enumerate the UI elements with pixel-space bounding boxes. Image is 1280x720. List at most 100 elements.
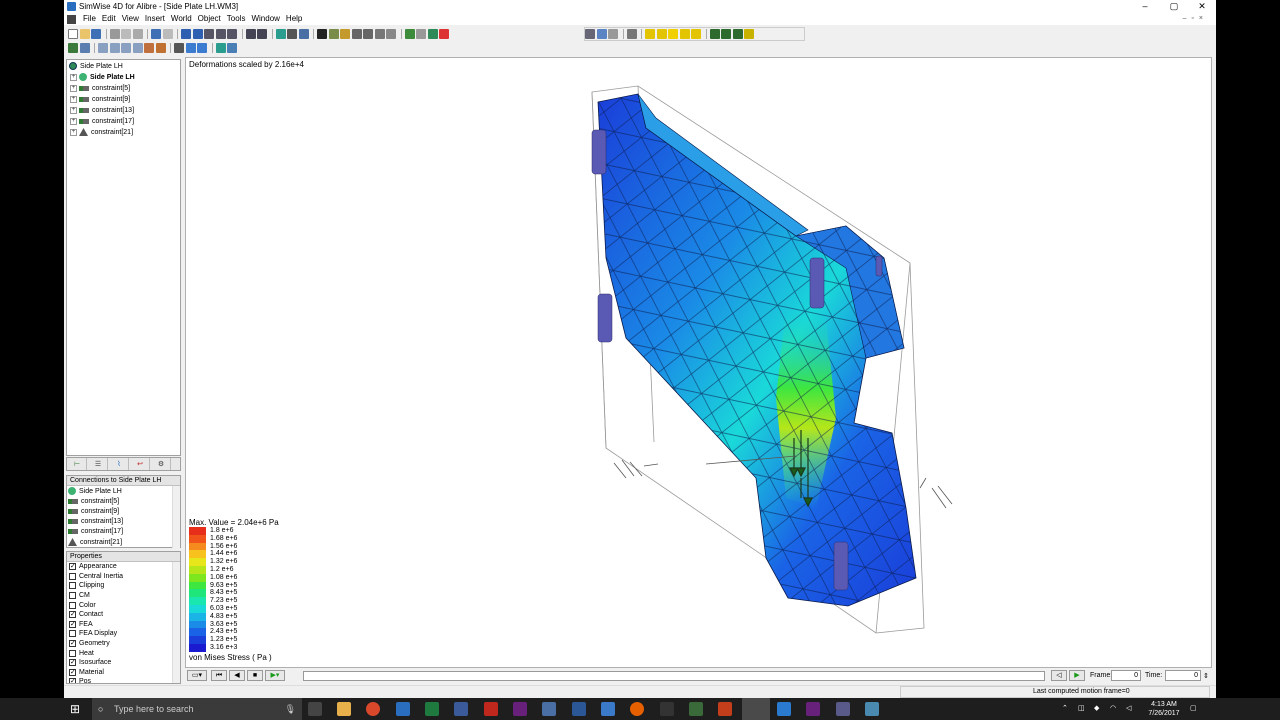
property-checkbox[interactable] (69, 592, 76, 600)
time-field[interactable]: 0 (1165, 670, 1201, 681)
connection-item[interactable]: constraint[21] (67, 537, 180, 547)
app-icon[interactable] (777, 702, 791, 716)
chrome-icon[interactable] (366, 702, 380, 716)
pointer-icon[interactable] (317, 29, 327, 39)
task-view-icon[interactable] (308, 702, 322, 716)
word-icon[interactable] (572, 702, 586, 716)
tab-list[interactable]: ☰ (89, 458, 108, 470)
app-icon[interactable] (660, 702, 674, 716)
property-checkbox[interactable]: ✓ (69, 668, 76, 676)
cut-icon[interactable] (109, 29, 120, 39)
render-icon[interactable] (257, 29, 267, 39)
expand-icon[interactable]: + (70, 106, 77, 114)
zoom-icon[interactable] (215, 29, 226, 39)
property-item[interactable]: ✓ FEA (67, 620, 180, 630)
light-icon[interactable] (144, 43, 154, 53)
constraint-icon[interactable] (404, 29, 415, 39)
property-checkbox[interactable]: ✓ (69, 659, 76, 667)
zoom-out-icon[interactable] (109, 43, 120, 53)
stop-button[interactable]: ■ (247, 670, 263, 681)
open-icon[interactable] (79, 29, 90, 39)
visual-studio-icon[interactable] (806, 702, 820, 716)
property-checkbox[interactable]: ✓ (69, 678, 76, 683)
scissors-icon[interactable] (287, 29, 297, 39)
property-item[interactable]: ✓ Material (67, 668, 180, 678)
connections-scrollbar[interactable] (172, 486, 180, 548)
app-icon[interactable] (865, 702, 879, 716)
drop-icon[interactable] (192, 29, 203, 39)
app-icon[interactable] (454, 702, 468, 716)
app-icon[interactable] (396, 702, 410, 716)
maximize-button[interactable]: ▢ (1160, 0, 1188, 13)
property-checkbox[interactable] (69, 582, 76, 590)
step-back-button[interactable]: ◀ (229, 670, 245, 681)
property-item[interactable]: FEA Display (67, 629, 180, 639)
connection-item[interactable]: constraint[5] (67, 496, 180, 506)
motor-icon[interactable] (374, 29, 385, 39)
material-icon[interactable] (155, 43, 166, 53)
property-item[interactable]: Central Inertia (67, 572, 180, 582)
property-checkbox[interactable]: ✓ (69, 640, 76, 648)
spring-icon[interactable] (340, 29, 350, 39)
results-icon[interactable] (596, 29, 607, 39)
undo-icon[interactable] (151, 29, 161, 39)
fea-model-view[interactable] (186, 58, 1212, 668)
volume-icon[interactable]: ◁ (1126, 704, 1131, 713)
tree-item-constraint-5[interactable]: + constraint[5] (67, 83, 130, 93)
fit-icon[interactable] (227, 29, 237, 39)
zoom-extents-icon[interactable] (132, 43, 143, 53)
acrobat-icon[interactable] (484, 702, 498, 716)
property-checkbox[interactable] (69, 630, 76, 638)
connection-item[interactable]: Side Plate LH (67, 486, 180, 496)
simwise-taskbar-button[interactable] (742, 698, 770, 720)
expand-icon[interactable]: + (70, 128, 77, 136)
pen-icon[interactable] (245, 29, 256, 39)
property-checkbox[interactable]: ✓ (69, 563, 76, 571)
menu-edit[interactable]: Edit (99, 13, 119, 25)
app-icon[interactable] (689, 702, 703, 716)
powerpoint-icon[interactable] (718, 702, 732, 716)
connection-item[interactable]: constraint[9] (67, 506, 180, 516)
dropbox-icon[interactable]: ◆ (1094, 704, 1099, 713)
joint-icon[interactable] (351, 29, 362, 39)
notifications-icon[interactable]: ▢ (1190, 704, 1197, 713)
print-icon[interactable] (227, 43, 237, 53)
property-item[interactable]: ✓ Appearance (67, 562, 180, 572)
redo-icon[interactable] (162, 29, 173, 39)
anchor-icon[interactable] (439, 29, 449, 39)
rotate-icon[interactable] (204, 29, 214, 39)
taskbar-search[interactable]: ○ Type here to search 🎙 (92, 698, 302, 720)
mesh-icon[interactable] (645, 29, 655, 39)
tree-item-constraint-17[interactable]: + constraint[17] (67, 116, 134, 126)
gear-icon[interactable] (363, 29, 373, 39)
minimize-button[interactable]: – (1131, 0, 1159, 13)
property-item[interactable]: ✓ Geometry (67, 639, 180, 649)
expand-icon[interactable]: + (70, 73, 77, 81)
network-icon[interactable]: ◫ (1078, 704, 1085, 713)
connection-item[interactable]: constraint[17] (67, 527, 180, 537)
chevron-up-icon[interactable]: ⌃ (1062, 704, 1068, 713)
clock-time[interactable]: 4:13 AM (1146, 700, 1182, 709)
heat-icon[interactable] (691, 29, 701, 39)
close-button[interactable]: ✕ (1188, 0, 1216, 13)
tab-settings[interactable]: ⚙ (152, 458, 171, 470)
clock-date[interactable]: 7/26/2017 (1144, 709, 1184, 718)
stack-icon[interactable] (732, 29, 743, 39)
document-window-controls[interactable]: –▫× (1183, 13, 1208, 25)
property-item[interactable]: ✓ Pos (67, 677, 180, 683)
menu-world[interactable]: World (168, 13, 195, 25)
view-icon[interactable] (79, 43, 90, 53)
property-checkbox[interactable] (69, 601, 76, 609)
property-checkbox[interactable] (69, 572, 76, 580)
sphere-icon[interactable] (668, 29, 678, 39)
zoom-in-icon[interactable] (98, 43, 108, 53)
save-icon[interactable] (91, 29, 101, 39)
expand-icon[interactable]: + (70, 84, 77, 92)
grid-icon[interactable] (275, 29, 286, 39)
windows-start-icon[interactable]: ⊞ (70, 702, 80, 716)
load-icon[interactable] (656, 29, 667, 39)
tab-graph[interactable]: ⌇ (110, 458, 129, 470)
probe-icon[interactable] (585, 29, 595, 39)
menu-tools[interactable]: Tools (224, 13, 249, 25)
app-icon[interactable] (601, 702, 615, 716)
